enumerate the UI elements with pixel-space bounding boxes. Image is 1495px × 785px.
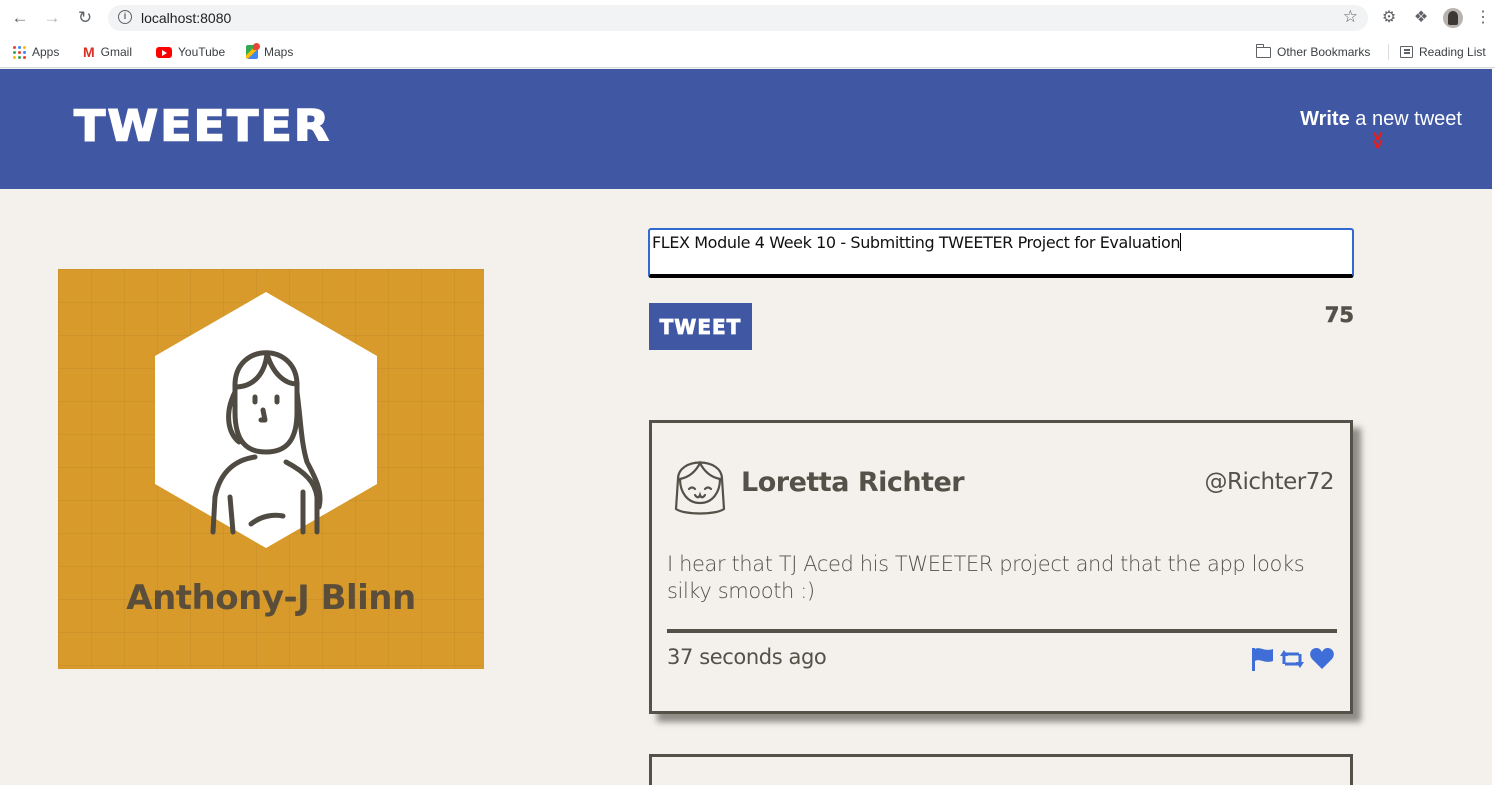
other-bookmarks-label: Other Bookmarks (1277, 45, 1371, 59)
tweet-actions (1249, 646, 1335, 672)
profile-avatar[interactable] (1443, 8, 1463, 28)
bookmark-label: Maps (264, 45, 294, 59)
address-bar[interactable]: i localhost:8080 ☆ (108, 5, 1368, 31)
browser-toolbar: ← → ↻ i localhost:8080 ☆ ⚙ ❖ ⋮ (0, 0, 1495, 36)
settings-extension-icon[interactable]: ⚙ (1379, 8, 1399, 28)
user-avatar-hexagon (155, 292, 377, 548)
bookmarks-bar: Apps M Gmail YouTube Maps Other Bookmark… (0, 36, 1495, 68)
reading-list-label: Reading List (1419, 45, 1486, 59)
tweet-author-name: Loretta Richter (741, 467, 965, 498)
browser-menu-icon[interactable]: ⋮ (1475, 8, 1491, 28)
tweet-article-next (649, 754, 1353, 785)
tweet-textarea-value[interactable]: FLEX Module 4 Week 10 - Submitting TWEET… (652, 233, 1181, 252)
tweet-timestamp: 37 seconds ago (667, 645, 827, 669)
tweet-content: I hear that TJ Aced his TWEETER project … (667, 552, 1305, 603)
retweet-icon[interactable] (1279, 646, 1305, 672)
bookmark-star-icon[interactable]: ☆ (1343, 7, 1358, 27)
bookmark-maps[interactable]: Maps (246, 43, 293, 61)
bookmark-divider (1388, 44, 1389, 60)
write-rest: a new tweet (1349, 108, 1462, 130)
heart-icon[interactable] (1309, 646, 1335, 672)
bookmark-gmail[interactable]: M Gmail (83, 43, 132, 61)
bookmark-label: YouTube (178, 45, 226, 59)
reading-list-icon (1400, 46, 1413, 58)
url-text[interactable]: localhost:8080 (141, 10, 231, 26)
text-caret (1180, 233, 1182, 251)
back-icon[interactable]: ← (10, 8, 30, 28)
forward-icon[interactable]: → (42, 8, 62, 28)
tweet-author-handle: @Richter72 (1204, 469, 1335, 495)
youtube-icon (156, 46, 172, 58)
tweet-article: Loretta Richter @Richter72 I hear that T… (649, 420, 1353, 714)
tweet-divider (667, 629, 1337, 633)
gmail-icon: M (83, 44, 95, 60)
site-info-icon[interactable]: i (118, 10, 132, 24)
tweet-author-avatar (674, 460, 726, 515)
flag-icon[interactable] (1249, 646, 1275, 672)
folder-icon (1255, 43, 1271, 58)
reading-list[interactable]: Reading List (1400, 43, 1486, 61)
bookmark-label: Gmail (100, 45, 133, 59)
apps-grid-icon (13, 45, 26, 59)
profile-name: Anthony-J Blinn (126, 578, 416, 618)
bookmark-apps[interactable]: Apps (13, 43, 59, 61)
other-bookmarks[interactable]: Other Bookmarks (1255, 43, 1371, 61)
bookmark-youtube[interactable]: YouTube (156, 43, 225, 61)
character-counter: 75 (1324, 303, 1354, 328)
double-chevron-down-icon[interactable]: ∨ ∨ (1371, 129, 1384, 150)
extensions-puzzle-icon[interactable]: ❖ (1411, 8, 1431, 28)
reload-icon[interactable]: ↻ (75, 8, 95, 28)
bookmark-label: Apps (32, 45, 60, 59)
brand-logo: TWEETER (73, 100, 332, 151)
tweet-textarea[interactable]: FLEX Module 4 Week 10 - Submitting TWEET… (648, 228, 1354, 278)
tweet-submit-button[interactable]: TWEET (649, 303, 752, 350)
profile-card: Anthony-J Blinn (58, 269, 484, 669)
maps-icon (246, 43, 260, 59)
write-bold: Write (1300, 108, 1350, 130)
